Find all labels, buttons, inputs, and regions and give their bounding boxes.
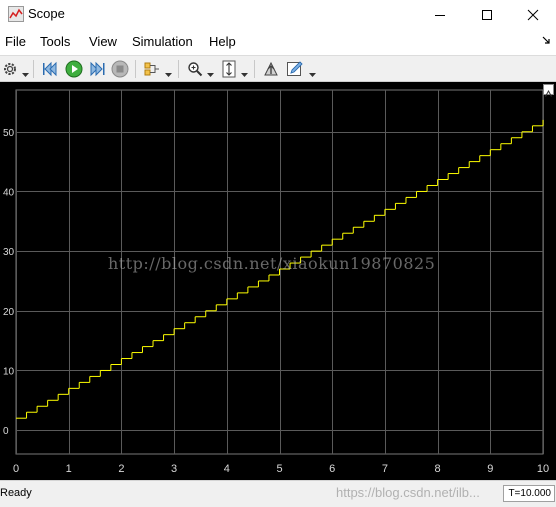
x-tick-label: 5 bbox=[276, 463, 282, 475]
x-tick-label: 7 bbox=[382, 463, 388, 475]
step-forward-icon[interactable] bbox=[87, 59, 107, 79]
status-text: Ready bbox=[0, 487, 32, 499]
menu-file[interactable]: File bbox=[5, 34, 26, 49]
x-tick-labels: 0 1 2 3 4 5 6 7 8 9 10 bbox=[13, 463, 549, 475]
scope-plot: 0 1 2 3 4 5 6 7 8 9 10 0 10 20 30 40 50 bbox=[3, 89, 549, 475]
close-icon bbox=[527, 9, 539, 21]
toolbar bbox=[0, 55, 556, 82]
window-title: Scope bbox=[28, 6, 65, 21]
y-tick-label: 30 bbox=[3, 247, 15, 258]
pencil-dropdown-icon[interactable] bbox=[309, 65, 316, 77]
restore-axes-icon[interactable] bbox=[543, 84, 554, 97]
toolbar-separator bbox=[254, 60, 255, 78]
maximize-button[interactable] bbox=[464, 0, 510, 30]
title-bar: Scope bbox=[0, 0, 556, 30]
x-tick-label: 3 bbox=[171, 463, 177, 475]
toolbar-separator bbox=[135, 60, 136, 78]
x-tick-label: 1 bbox=[66, 463, 72, 475]
zoom-in-icon[interactable] bbox=[185, 59, 205, 79]
write-access-icon[interactable] bbox=[261, 59, 281, 79]
close-button[interactable] bbox=[510, 0, 556, 30]
status-bar: Ready https://blog.csdn.net/ilb... T=10.… bbox=[0, 480, 556, 507]
menu-tools[interactable]: Tools bbox=[40, 34, 70, 49]
edit-pencil-icon[interactable] bbox=[285, 59, 305, 79]
dock-arrow-icon[interactable] bbox=[540, 34, 552, 48]
y-tick-label: 20 bbox=[3, 307, 15, 318]
y-tick-label: 50 bbox=[3, 128, 15, 139]
highlight-signal-icon[interactable] bbox=[142, 59, 162, 79]
simulation-time: T=10.000 bbox=[503, 485, 555, 502]
x-tick-label: 0 bbox=[13, 463, 19, 475]
highlight-dropdown-icon[interactable] bbox=[165, 65, 172, 77]
stop-icon[interactable] bbox=[110, 59, 130, 79]
status-watermark: https://blog.csdn.net/ilb... bbox=[336, 485, 480, 500]
autoscale-icon[interactable] bbox=[219, 59, 239, 79]
minimize-button[interactable] bbox=[417, 0, 463, 30]
minimize-icon bbox=[434, 9, 446, 21]
x-tick-label: 9 bbox=[487, 463, 493, 475]
autoscale-dropdown-icon[interactable] bbox=[241, 65, 248, 77]
x-tick-label: 6 bbox=[329, 463, 335, 475]
csdn-watermark: http://blog.csdn.net/xiaokun19870825 bbox=[108, 254, 436, 273]
toolbar-separator bbox=[33, 60, 34, 78]
x-tick-label: 8 bbox=[435, 463, 441, 475]
y-tick-labels: 0 10 20 30 40 50 bbox=[3, 128, 15, 437]
maximize-icon bbox=[481, 9, 493, 21]
menu-help[interactable]: Help bbox=[209, 34, 236, 49]
zoom-dropdown-icon[interactable] bbox=[207, 65, 214, 77]
menu-simulation[interactable]: Simulation bbox=[132, 34, 193, 49]
x-tick-label: 2 bbox=[118, 463, 124, 475]
gear-dropdown-icon[interactable] bbox=[22, 65, 29, 77]
toolbar-separator bbox=[178, 60, 179, 78]
step-back-icon[interactable] bbox=[40, 59, 60, 79]
run-icon[interactable] bbox=[64, 59, 84, 79]
scope-app-icon bbox=[8, 6, 24, 22]
gear-icon[interactable] bbox=[0, 59, 20, 79]
x-tick-label: 4 bbox=[224, 463, 230, 475]
y-tick-label: 10 bbox=[3, 366, 15, 377]
menu-view[interactable]: View bbox=[89, 34, 117, 49]
y-tick-label: 40 bbox=[3, 187, 15, 198]
y-tick-label: 0 bbox=[3, 426, 9, 437]
x-tick-label: 10 bbox=[537, 463, 549, 475]
menu-bar: File Tools View Simulation Help bbox=[0, 30, 556, 55]
